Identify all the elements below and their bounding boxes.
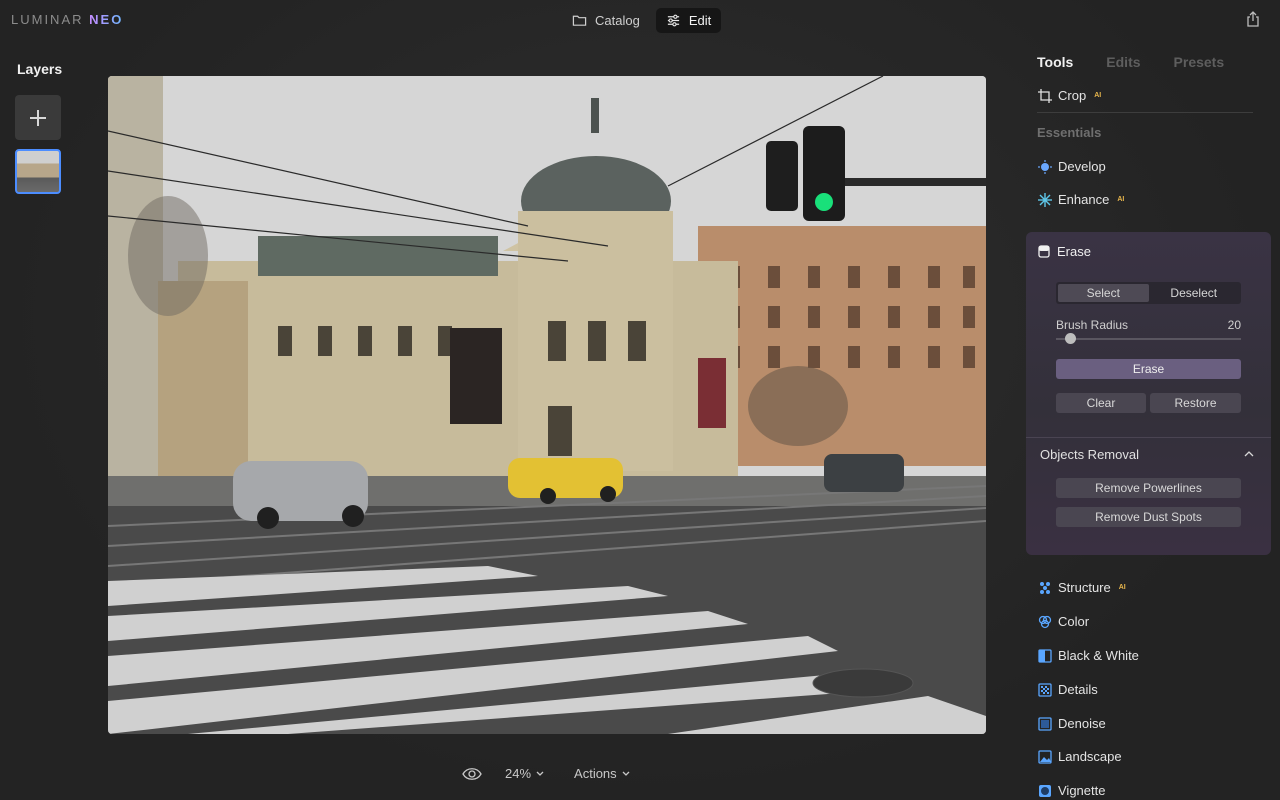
eye-icon[interactable]: [462, 767, 482, 781]
panel-tabs: Tools Edits Presets: [1037, 54, 1224, 70]
tool-color[interactable]: Color: [1038, 614, 1089, 629]
structure-icon: [1040, 581, 1050, 594]
tool-landscape[interactable]: Landscape: [1038, 749, 1122, 764]
brush-radius-value: 20: [1227, 318, 1241, 332]
remove-dust-spots-button[interactable]: Remove Dust Spots: [1056, 507, 1241, 527]
objects-removal-heading[interactable]: Objects Removal: [1040, 447, 1139, 462]
tool-details[interactable]: Details: [1038, 682, 1098, 697]
essentials-heading: Essentials: [1037, 125, 1102, 140]
erase-panel: Erase Select Deselect Brush Radius 20 Er…: [1026, 232, 1271, 555]
photo-canvas[interactable]: [108, 76, 986, 734]
bw-icon: [1038, 648, 1052, 663]
tool-structure[interactable]: Structure AI: [1038, 580, 1126, 595]
sparkle-icon: [1038, 192, 1052, 207]
color-icon: [1038, 615, 1052, 628]
brush-radius-handle[interactable]: [1065, 333, 1076, 344]
plus-icon: [30, 109, 46, 126]
eraser-icon: [1038, 245, 1050, 258]
deselect-button[interactable]: Deselect: [1149, 284, 1240, 302]
erase-header[interactable]: Erase: [1038, 244, 1091, 259]
bottom-bar: 24% Actions: [462, 766, 630, 781]
tab-edits[interactable]: Edits: [1106, 54, 1140, 70]
tab-tools[interactable]: Tools: [1037, 54, 1073, 70]
app-logo: LUMINAR NEO: [11, 12, 124, 27]
street-photo: [108, 76, 986, 734]
add-layer-button[interactable]: [15, 95, 61, 140]
zoom-dropdown[interactable]: 24%: [505, 766, 544, 781]
tool-denoise[interactable]: Denoise: [1038, 716, 1106, 731]
folder-icon: [572, 15, 587, 26]
chevron-down-icon: [536, 771, 544, 776]
brush-radius-label: Brush Radius: [1056, 318, 1129, 332]
tool-enhance[interactable]: Enhance AI: [1038, 192, 1124, 207]
tool-crop[interactable]: Crop AI: [1038, 88, 1101, 103]
chevron-down-icon: [622, 771, 630, 776]
select-button[interactable]: Select: [1058, 284, 1149, 302]
landscape-icon: [1038, 749, 1052, 764]
tab-edit[interactable]: Edit: [655, 8, 722, 33]
restore-button[interactable]: Restore: [1150, 393, 1241, 413]
crop-icon: [1038, 88, 1052, 103]
divider: [1026, 437, 1271, 438]
app-window: LUMINAR NEO Catalog Edit Layers 24% Acti…: [0, 0, 1280, 800]
tool-develop[interactable]: Develop: [1038, 159, 1106, 174]
top-tabs: Catalog Edit: [562, 8, 722, 33]
tool-black-white[interactable]: Black & White: [1038, 648, 1139, 663]
tab-catalog[interactable]: Catalog: [562, 8, 650, 33]
tool-vignette[interactable]: Vignette: [1038, 783, 1105, 798]
share-icon[interactable]: [1246, 11, 1260, 27]
divider: [1037, 112, 1253, 113]
sun-icon: [1038, 159, 1052, 174]
tab-presets[interactable]: Presets: [1174, 54, 1225, 70]
select-toggle: Select Deselect: [1056, 282, 1241, 304]
remove-powerlines-button[interactable]: Remove Powerlines: [1056, 478, 1241, 498]
sliders-icon: [667, 14, 679, 27]
actions-dropdown[interactable]: Actions: [574, 766, 630, 781]
denoise-icon: [1038, 716, 1052, 731]
brush-radius-track[interactable]: [1056, 338, 1241, 340]
vignette-icon: [1039, 784, 1051, 797]
details-icon: [1038, 682, 1052, 697]
erase-button[interactable]: Erase: [1056, 359, 1241, 379]
clear-button[interactable]: Clear: [1056, 393, 1146, 413]
layers-title: Layers: [17, 61, 63, 77]
layer-thumbnail[interactable]: [15, 149, 61, 194]
chevron-up-icon[interactable]: [1244, 451, 1254, 457]
